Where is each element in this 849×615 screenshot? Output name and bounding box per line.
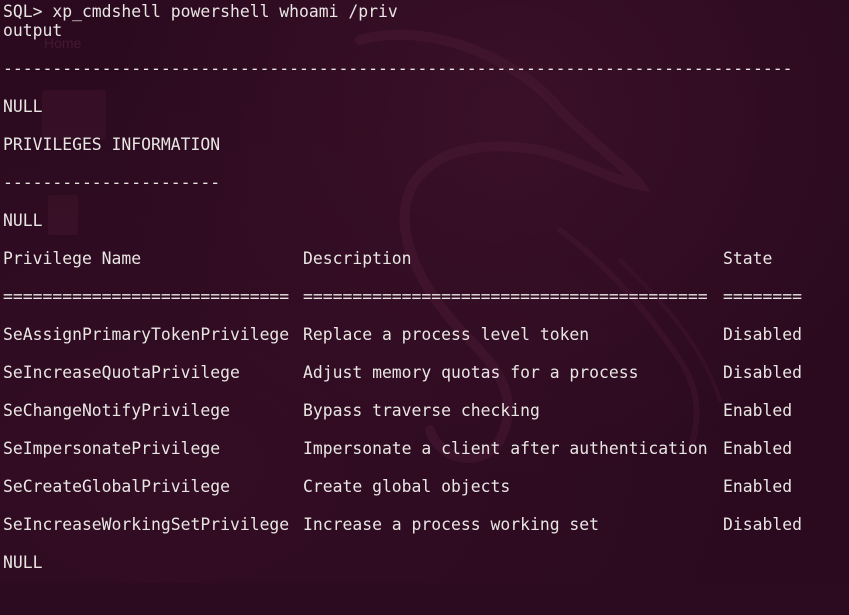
privilege-state: Enabled [723,477,793,496]
privilege-name: SeImpersonatePrivilege [3,439,221,458]
privilege-state: Enabled [723,439,793,458]
table-row: SeIncreaseWorkingSetPrivilege Increase a… [3,515,849,535]
privilege-description: Increase a process working set [303,515,600,534]
output-header: output [3,21,63,40]
column-header-description: Description [303,249,412,268]
privilege-state: Disabled [723,325,802,344]
privilege-state: Disabled [723,363,802,382]
table-row: SeImpersonatePrivilege Impersonate a cli… [3,439,849,459]
privilege-name: SeIncreaseQuotaPrivilege [3,363,240,382]
privilege-name: SeCreateGlobalPrivilege [3,477,230,496]
privilege-state: Enabled [723,401,793,420]
separator-description: ========================================… [303,287,708,306]
terminal-output[interactable]: SQL> xp_cmdshell powershell whoami /priv… [3,0,849,583]
separator-privilege-name: ============================= [3,287,290,306]
privilege-state: Disabled [723,515,802,534]
table-row: SeChangeNotifyPrivilege Bypass traverse … [3,401,849,421]
table-header-row: Privilege Name Description State [3,249,849,269]
table-separator-row: ============================= ==========… [3,287,849,307]
privilege-description: Bypass traverse checking [303,401,540,420]
table-row: SeCreateGlobalPrivilege Create global ob… [3,477,849,497]
null-line: NULL [3,553,43,572]
null-line: NULL [3,211,43,230]
column-header-state: State [723,249,773,268]
privilege-description: Impersonate a client after authenticatio… [303,439,708,458]
table-row: SeAssignPrimaryTokenPrivilege Replace a … [3,325,849,345]
privileges-info-title: PRIVILEGES INFORMATION [3,135,221,154]
dash-separator-short: ---------------------- [3,173,221,192]
table-row: SeIncreaseQuotaPrivilege Adjust memory q… [3,363,849,383]
privilege-description: Create global objects [303,477,511,496]
null-line: NULL [3,97,43,116]
dash-separator-long: ----------------------------------------… [3,59,793,78]
privilege-description: Replace a process level token [303,325,590,344]
column-header-privilege-name: Privilege Name [3,249,142,268]
privilege-name: SeIncreaseWorkingSetPrivilege [3,515,290,534]
privilege-description: Adjust memory quotas for a process [303,363,639,382]
separator-state: ======== [723,287,802,306]
privilege-name: SeChangeNotifyPrivilege [3,401,230,420]
sql-prompt-line: SQL> xp_cmdshell powershell whoami /priv [3,2,398,21]
privilege-name: SeAssignPrimaryTokenPrivilege [3,325,290,344]
